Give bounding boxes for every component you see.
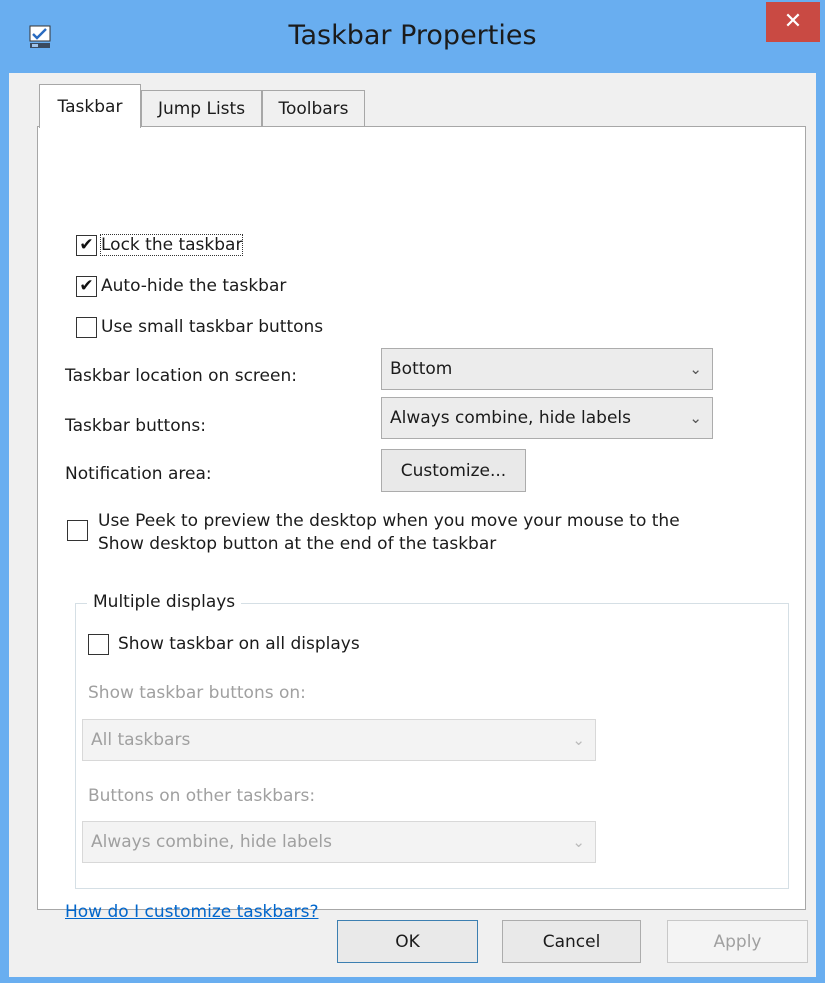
help-link[interactable]: How do I customize taskbars? [65,902,318,922]
lock-taskbar-label[interactable]: Lock the taskbar [99,234,244,256]
apply-button: Apply [667,920,808,963]
dialog-client-area: Taskbar Jump Lists Toolbars ✔ Lock the t… [9,73,816,977]
other-taskbars-label: Buttons on other taskbars: [88,786,316,806]
peek-label-line2[interactable]: Show desktop button at the end of the ta… [98,534,496,554]
window-title: Taskbar Properties [288,20,537,51]
chevron-down-icon: ⌄ [689,360,702,378]
buttons-on-label: Show taskbar buttons on: [88,683,306,703]
buttons-on-value: All taskbars [91,730,191,750]
location-label: Taskbar location on screen: [65,366,297,386]
chevron-down-icon: ⌄ [689,409,702,427]
notification-label: Notification area: [65,464,212,484]
taskbar-buttons-value: Always combine, hide labels [390,408,631,428]
small-buttons-label[interactable]: Use small taskbar buttons [101,317,323,337]
titlebar: Taskbar Properties ✕ [0,0,825,82]
buttons-on-dropdown: All taskbars ⌄ [82,719,596,761]
multiple-displays-title: Multiple displays [87,592,242,612]
taskbar-buttons-dropdown[interactable]: Always combine, hide labels ⌄ [381,397,713,439]
customize-button[interactable]: Customize... [381,449,526,492]
close-icon: ✕ [783,9,803,34]
other-taskbars-value: Always combine, hide labels [91,832,332,852]
other-taskbars-dropdown: Always combine, hide labels ⌄ [82,821,596,863]
show-all-displays-label[interactable]: Show taskbar on all displays [118,634,360,654]
tab-jump-lists[interactable]: Jump Lists [141,90,262,127]
tab-taskbar[interactable]: Taskbar [39,84,141,128]
ok-button[interactable]: OK [337,920,478,963]
tab-toolbars[interactable]: Toolbars [262,90,365,127]
location-dropdown[interactable]: Bottom ⌄ [381,348,713,390]
buttons-label: Taskbar buttons: [65,416,206,436]
autohide-label[interactable]: Auto-hide the taskbar [101,276,286,296]
cancel-button[interactable]: Cancel [502,920,641,963]
close-button[interactable]: ✕ [766,2,820,42]
autohide-checkbox[interactable]: ✔ [76,276,97,297]
taskbar-properties-dialog: Taskbar Properties ✕ Taskbar Jump Lists … [0,0,825,983]
taskbar-tab-panel: ✔ Lock the taskbar ✔ Auto-hide the taskb… [37,126,806,922]
lock-taskbar-checkbox[interactable]: ✔ [76,235,97,256]
peek-label-line1[interactable]: Use Peek to preview the desktop when you… [98,511,680,531]
show-all-displays-checkbox[interactable] [88,634,109,655]
chevron-down-icon: ⌄ [572,833,585,851]
small-buttons-checkbox[interactable] [76,317,97,338]
peek-checkbox[interactable] [67,520,88,541]
location-value: Bottom [390,359,453,379]
chevron-down-icon: ⌄ [572,731,585,749]
